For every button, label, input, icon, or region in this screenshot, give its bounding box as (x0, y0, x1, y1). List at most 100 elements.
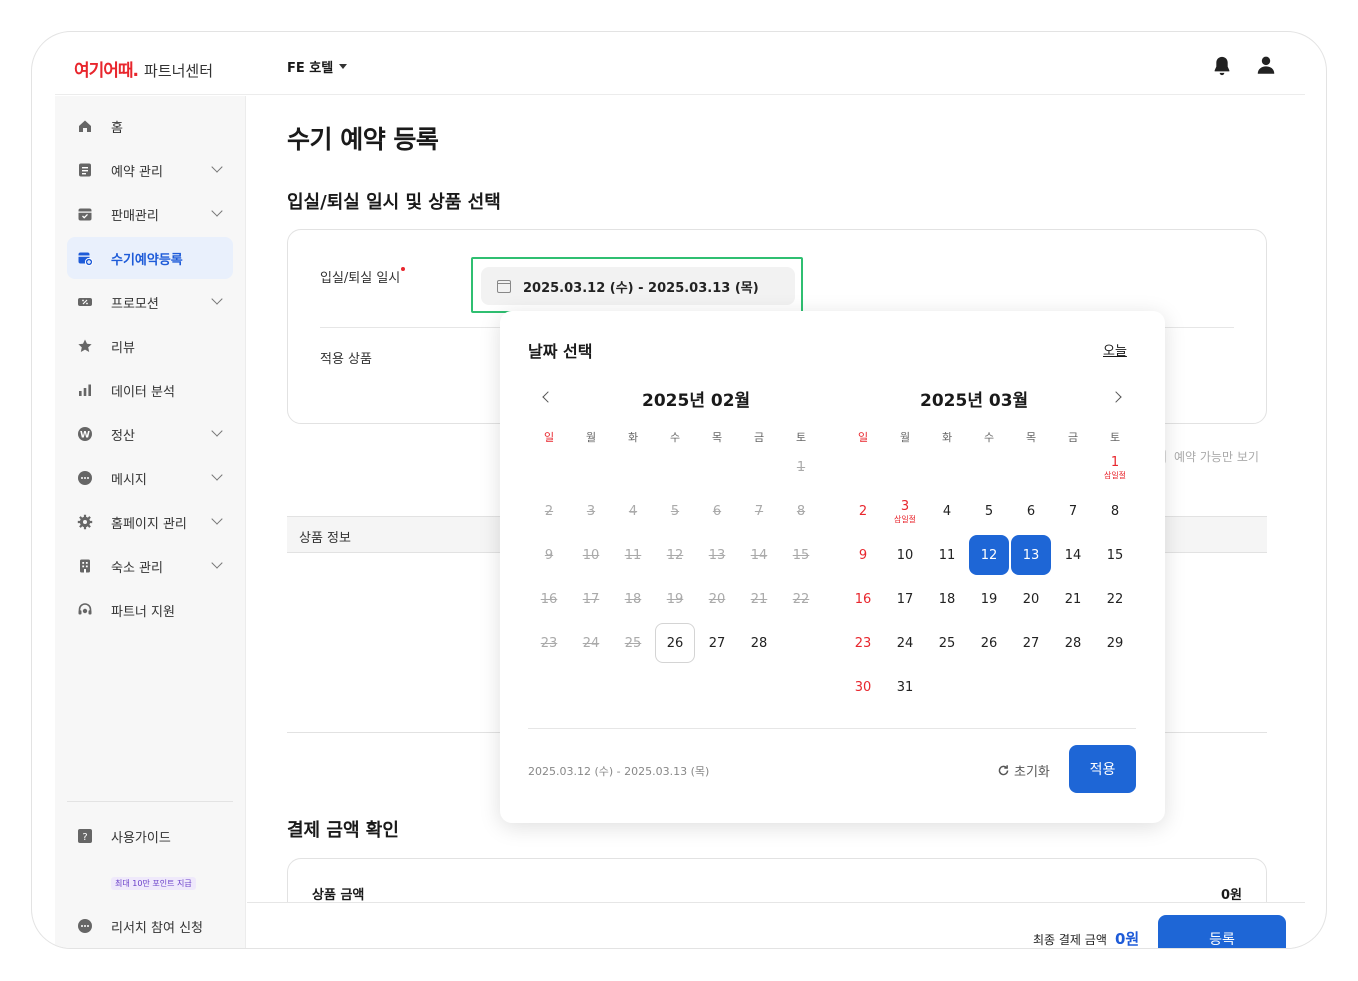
sidebar-item-1[interactable]: 홈 (67, 105, 233, 147)
calendar-day[interactable]: 17 (885, 579, 925, 619)
sidebar-item-label: 숙소 관리 (111, 560, 163, 576)
sidebar-item-7[interactable]: 데이터 분석 (67, 369, 233, 411)
calendar-day[interactable]: 9 (843, 535, 883, 575)
sidebar-item-label: 수기예약등록 (111, 252, 183, 268)
calendar-day[interactable]: 6 (1011, 491, 1051, 531)
day-number: 9 (858, 547, 868, 563)
calendar-day[interactable]: 20 (1011, 579, 1051, 619)
sidebar-item-3[interactable]: 판매관리 (67, 193, 233, 235)
day-number: 1 (796, 459, 806, 475)
sidebar-item-12[interactable]: 파트너 지원 (67, 589, 233, 631)
calendar-day[interactable]: 15 (1095, 535, 1135, 575)
available-only-toggle[interactable]: 예약 가능만 보기 (1151, 448, 1259, 465)
next-month-arrow-icon[interactable] (1110, 391, 1122, 403)
logo[interactable]: 여기어때. 파트너센터 (74, 56, 213, 81)
calendar-day[interactable]: 16 (843, 579, 883, 619)
calendar-day[interactable]: 31 (885, 667, 925, 707)
calendar-day[interactable]: 5 (969, 491, 1009, 531)
chevron-down-icon[interactable] (211, 205, 223, 217)
calendar-day[interactable]: 26 (969, 623, 1009, 663)
day-number: 13 (1022, 547, 1040, 563)
sidebar-item-research[interactable]: 리서치 참여 신청 (67, 905, 233, 947)
day-number: 29 (1106, 635, 1124, 651)
calendar-day: 16 (529, 579, 569, 619)
calendar-day[interactable]: 21 (1053, 579, 1093, 619)
calendar-day[interactable]: 3 삼일절 (885, 491, 925, 531)
calendar-day[interactable]: 28 (739, 623, 779, 663)
day-number: 3 (900, 498, 910, 514)
calendar-day[interactable]: 13 (1011, 535, 1051, 575)
reset-button[interactable]: 초기화 (997, 761, 1050, 780)
sidebar-item-9[interactable]: 메시지 (67, 457, 233, 499)
calendar-day[interactable]: 11 (927, 535, 967, 575)
calendar-day[interactable]: 25 (927, 623, 967, 663)
sidebar-item-label: 데이터 분석 (111, 384, 175, 400)
checkin-label: 입실/퇴실 일시 (320, 267, 406, 286)
sidebar-item-8[interactable]: W 정산 (67, 413, 233, 455)
ticket-icon (77, 294, 93, 310)
calendar-day[interactable]: 7 (1053, 491, 1093, 531)
sidebar-item-2[interactable]: 예약 관리 (67, 149, 233, 191)
user-icon[interactable] (1255, 54, 1277, 76)
chevron-down-icon[interactable] (211, 513, 223, 525)
chevron-down-icon[interactable] (211, 161, 223, 173)
day-number: 16 (854, 591, 872, 607)
calendar-day[interactable]: 10 (885, 535, 925, 575)
calendar-day[interactable]: 27 (697, 623, 737, 663)
calendar-day[interactable]: 18 (927, 579, 967, 619)
calendar-day[interactable]: 27 (1011, 623, 1051, 663)
calendar-day[interactable]: 14 (1053, 535, 1093, 575)
holiday-label: 삼일절 (893, 514, 917, 524)
bell-icon[interactable] (1211, 55, 1233, 77)
today-link[interactable]: 오늘 (1103, 340, 1127, 359)
page-title: 수기 예약 등록 (287, 125, 439, 154)
calendar-day: 4 (613, 491, 653, 531)
day-number: 22 (1106, 591, 1124, 607)
calendar-day: 3 (571, 491, 611, 531)
prev-month-arrow-icon[interactable] (542, 391, 554, 403)
day-number: 31 (896, 679, 914, 695)
day-number: 25 (624, 635, 642, 651)
calendar-day[interactable]: 8 (1095, 491, 1135, 531)
calendar-day[interactable]: 23 (843, 623, 883, 663)
calendar-day[interactable]: 24 (885, 623, 925, 663)
calendar-day[interactable]: 19 (969, 579, 1009, 619)
date-range-input[interactable]: 2025.03.12 (수) - 2025.03.13 (목) (481, 267, 795, 305)
chevron-down-icon[interactable] (211, 469, 223, 481)
day-number: 27 (1022, 635, 1040, 651)
day-number: 18 (938, 591, 956, 607)
chevron-down-icon[interactable] (211, 557, 223, 569)
final-amount-value: 0원 (1115, 930, 1140, 948)
apply-button[interactable]: 적용 (1069, 745, 1136, 793)
calendar-day[interactable]: 22 (1095, 579, 1135, 619)
calendar-day: 24 (571, 623, 611, 663)
day-number: 23 (854, 635, 872, 651)
calendar-day[interactable]: 2 (843, 491, 883, 531)
chevron-down-icon[interactable] (211, 425, 223, 437)
chevron-down-icon[interactable] (211, 293, 223, 305)
calendar-day: 9 (529, 535, 569, 575)
register-button[interactable]: 등록 (1158, 915, 1286, 948)
sidebar-item-6[interactable]: 리뷰 (67, 325, 233, 367)
day-number: 24 (582, 635, 600, 651)
won-icon: W (77, 426, 93, 442)
day-number: 14 (1064, 547, 1082, 563)
sidebar-item-5[interactable]: 프로모션 (67, 281, 233, 323)
sidebar-item-11[interactable]: 숙소 관리 (67, 545, 233, 587)
sidebar-item-label: 홈 (111, 120, 123, 136)
date-picker-popup: 날짜 선택 오늘 2025년 02월 2025년 03월 2025.03.12 … (500, 311, 1165, 823)
calendar-day[interactable]: 30 (843, 667, 883, 707)
star-icon (77, 338, 93, 354)
sidebar-item-10[interactable]: 홈페이지 관리 (67, 501, 233, 543)
sidebar-item-4[interactable]: 수기예약등록 (67, 237, 233, 279)
calendar-day[interactable]: 26 (655, 623, 695, 663)
calendar-day[interactable]: 28 (1053, 623, 1093, 663)
weekday-label: 토 (1109, 431, 1121, 444)
calendar-day[interactable]: 1 삼일절 (1095, 447, 1135, 487)
calendar-day[interactable]: 4 (927, 491, 967, 531)
sidebar-item-guide[interactable]: ? 사용가이드 (67, 815, 233, 857)
calendar-day[interactable]: 29 (1095, 623, 1135, 663)
hotel-selector[interactable]: FE 호텔 (287, 57, 348, 76)
refresh-icon (998, 765, 1009, 776)
calendar-day[interactable]: 12 (969, 535, 1009, 575)
